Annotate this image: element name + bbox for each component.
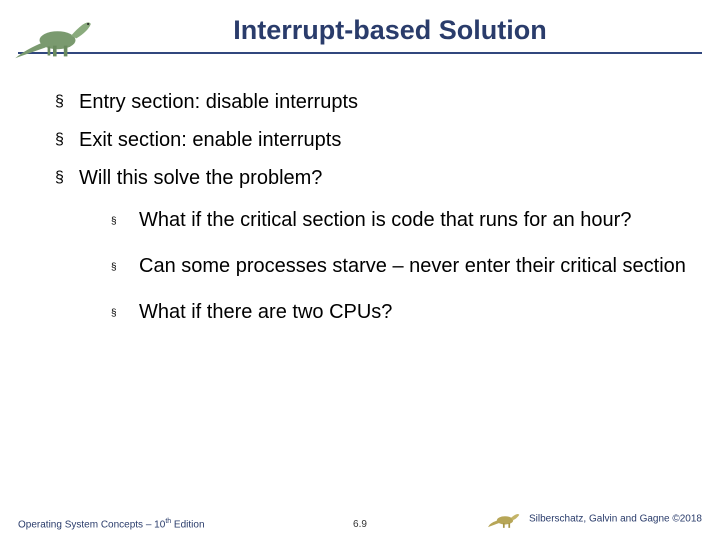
footer-edition-suffix: Edition <box>171 519 204 530</box>
bullet-level1: § Entry section: disable interrupts <box>55 90 690 114</box>
content-area: § Entry section: disable interrupts § Ex… <box>0 70 720 326</box>
sublist: § What if the critical section is code t… <box>55 204 690 326</box>
square-bullet-small-icon: § <box>111 300 139 326</box>
footer: Operating System Concepts – 10th Edition… <box>0 508 720 530</box>
bullet-level1: § Will this solve the problem? <box>55 166 690 190</box>
square-bullet-icon: § <box>55 166 79 190</box>
bullet-text: Entry section: disable interrupts <box>79 90 358 114</box>
square-bullet-small-icon: § <box>111 208 139 234</box>
dinosaur-bottom-icon <box>488 508 522 530</box>
bullet-text: Will this solve the problem? <box>79 166 322 190</box>
bullet-level2: § Can some processes starve – never ente… <box>111 254 690 280</box>
header: Interrupt-based Solution <box>0 0 720 70</box>
slide-title: Interrupt-based Solution <box>0 0 720 46</box>
bullet-level1: § Exit section: enable interrupts <box>55 128 690 152</box>
footer-left: Operating System Concepts – 10th Edition <box>18 518 246 530</box>
square-bullet-icon: § <box>55 90 79 114</box>
dinosaur-top-icon <box>8 4 98 62</box>
bullet-level2: § What if there are two CPUs? <box>111 300 690 326</box>
subbullet-text: What if the critical section is code tha… <box>139 208 631 233</box>
bullet-level2: § What if the critical section is code t… <box>111 208 690 234</box>
footer-authors: Silberschatz, Galvin and Gagne <box>529 514 672 525</box>
square-bullet-icon: § <box>55 128 79 152</box>
footer-copyright: ©2018 <box>672 514 702 525</box>
footer-right: Silberschatz, Galvin and Gagne ©2018 <box>474 508 702 530</box>
square-bullet-small-icon: § <box>111 254 139 280</box>
footer-page-number: 6.9 <box>246 519 474 530</box>
subbullet-text: What if there are two CPUs? <box>139 300 392 325</box>
footer-book-title: Operating System Concepts – 10 <box>18 519 165 530</box>
subbullet-text: Can some processes starve – never enter … <box>139 254 686 279</box>
bullet-text: Exit section: enable interrupts <box>79 128 341 152</box>
title-underline <box>18 52 702 54</box>
